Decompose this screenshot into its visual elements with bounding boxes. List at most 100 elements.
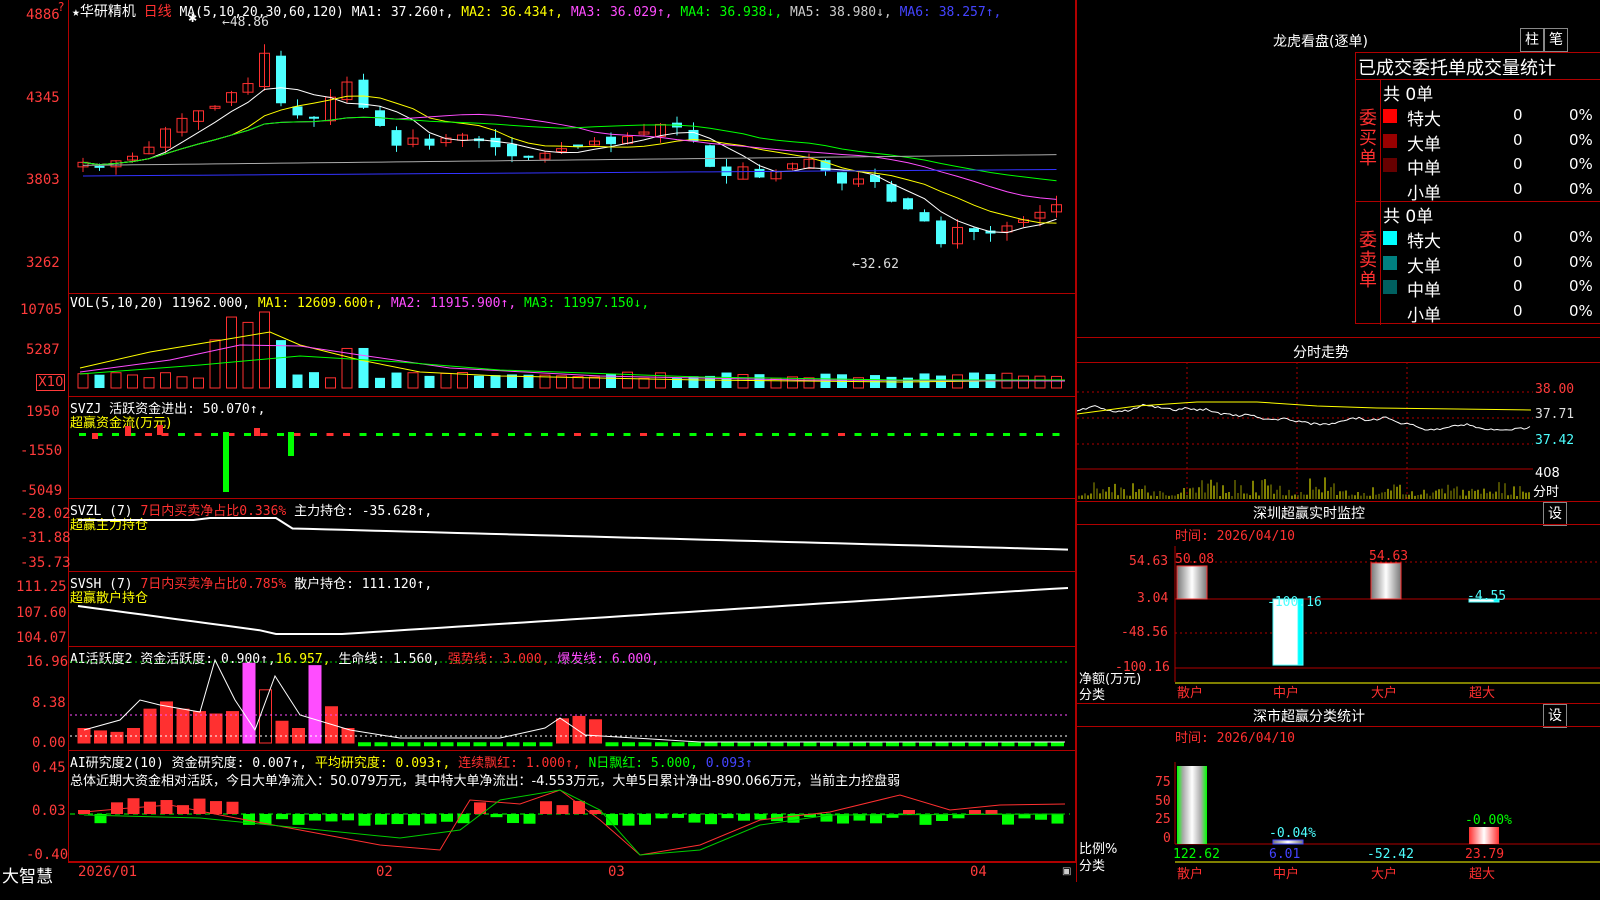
dragon-panel[interactable]: 龙虎看盘(逐单) 柱 笔 已成交委托单成交量统计 委买单 委卖单 共 0单 共 …: [1076, 0, 1600, 338]
ai2-bar: [507, 814, 519, 824]
monitor-cat-name: 超大: [1469, 686, 1495, 701]
chart-canvas[interactable]: ←48.86 ←32.62 ✱: [0, 0, 1076, 882]
ai2-red-line: [83, 789, 1066, 856]
ai2-green-line: [83, 789, 1066, 856]
ai1-bar: [902, 742, 916, 747]
ai2-bar: [408, 814, 420, 826]
ai1-bar: [737, 742, 751, 747]
ai2-bar: [919, 814, 932, 825]
svzj-dash: [871, 433, 878, 436]
svzj-dash: [145, 433, 152, 436]
ai1-bar: [391, 742, 404, 747]
svzj-bar: [223, 432, 229, 492]
ai2-bar: [309, 814, 321, 821]
volume-bar-up: [803, 377, 815, 389]
color-swatch: [1383, 305, 1397, 319]
row-value: 0: [1513, 179, 1523, 198]
svzj-dash: [854, 433, 862, 436]
volume-bar-up: [737, 374, 749, 389]
svzj-dash: [79, 433, 86, 436]
intraday-vol-unit: 分时: [1533, 485, 1560, 500]
ai1-bar: [1001, 742, 1015, 747]
candle-down: [886, 184, 897, 202]
sell-row: 特大 0 0%: [1383, 227, 1600, 252]
ai1-bar: [754, 742, 767, 747]
volume-bar-down: [276, 340, 286, 388]
classify-panel[interactable]: 深市超赢分类统计 设 时间: 2026/04/10 75 50 25 0 比例%…: [1076, 704, 1600, 882]
sell-side-label: 委卖单: [1359, 230, 1377, 291]
candle-down: [936, 220, 946, 245]
intraday-avg-line: [1077, 401, 1532, 415]
svzj-dash: [541, 433, 548, 436]
dragon-subtitle: 已成交委托单成交量统计: [1358, 58, 1556, 79]
classify-cat-name: 超大: [1469, 867, 1495, 882]
ai1-bar: [638, 742, 652, 747]
svzj-dash: [1003, 433, 1010, 436]
intraday-price-line: [1077, 403, 1531, 431]
classify-pct-label: -0.04%: [1269, 826, 1316, 841]
bar-mode-button[interactable]: 柱: [1520, 28, 1544, 52]
svzj-dash: [557, 433, 565, 436]
monitor-canvas: 50.08 散户 -100.16 中户 54.63 大户 -4.55 超大: [1174, 546, 1600, 701]
ai1-bar: [490, 742, 503, 747]
ai2-bar: [226, 801, 239, 814]
svzj-dash: [673, 433, 680, 436]
ai1-bar: [836, 742, 850, 747]
tick-mode-button[interactable]: 笔: [1544, 28, 1568, 52]
svzj-dash: [442, 433, 449, 436]
sell-row: 中单 0 0%: [1383, 276, 1600, 301]
monitor-bar-value: -4.55: [1467, 589, 1506, 604]
volume-bar-up: [325, 377, 336, 389]
classify-bar: [1177, 766, 1207, 844]
svzj-dash: [178, 433, 185, 436]
ai1-bar: [358, 742, 371, 747]
volume-bar-up: [638, 377, 650, 389]
svzj-dash: [260, 433, 268, 436]
ai2-bar: [210, 801, 222, 814]
svzj-bar: [288, 432, 294, 456]
intraday-axis-1: 37.71: [1535, 407, 1575, 422]
svsh-line: [77, 587, 1069, 635]
classify-bar: [1469, 827, 1499, 844]
ai1-bar: [803, 742, 817, 747]
ai2-bar: [358, 814, 371, 826]
sell-row: 大单 0 0%: [1383, 252, 1600, 277]
volume-bar-down: [490, 375, 501, 388]
ai1-bar: [952, 742, 965, 747]
svzj-dash: [590, 433, 598, 436]
ai1-bar: [622, 742, 635, 747]
row-name: 小单: [1407, 183, 1441, 204]
monitor-panel[interactable]: 深圳超赢实时监控 设 时间: 2026/04/10 54.63 3.04 -48…: [1076, 502, 1600, 704]
intraday-title: 分时走势: [1293, 345, 1349, 361]
main-chart-area[interactable]: 4886 4345 3803 3262 ? ★华研精机 日线 MA(5,10,2…: [0, 0, 1076, 887]
svzj-dash: [937, 433, 944, 436]
ai2-bar: [144, 801, 156, 814]
ai2-bar: [127, 798, 140, 814]
intraday-panel[interactable]: 分时走势 38.00 37.71 37.42 408 分时: [1076, 338, 1600, 502]
dragon-table: 已成交委托单成交量统计 委买单 委卖单 共 0单 共 0单 特大 0 0% 大单 0 0%…: [1355, 52, 1600, 326]
ai1-bar: [770, 742, 784, 747]
intraday-canvas[interactable]: [1077, 362, 1533, 502]
svzj-dash: [656, 433, 664, 436]
volume-bar-up: [407, 372, 419, 389]
ai1-bar: [1018, 742, 1031, 747]
ai1-bar: [853, 742, 866, 747]
row-value: 0: [1513, 301, 1523, 320]
svzj-dash: [904, 433, 911, 436]
row-pct: 0%: [1569, 106, 1593, 124]
svzj-bar: [254, 428, 260, 436]
ai2-bar: [705, 814, 717, 825]
classify-pct-label: -0.00%: [1465, 813, 1512, 828]
volume-bar-down: [309, 372, 319, 388]
volume-bar-up: [242, 321, 254, 389]
candle-down: [705, 145, 715, 167]
ai2-bar: [325, 814, 338, 822]
ai2-bar: [292, 814, 305, 825]
ai2-bar: [738, 814, 750, 821]
buy-row: 特大 0 0%: [1383, 105, 1600, 130]
candle-down: [903, 198, 913, 210]
candle-down: [919, 212, 930, 222]
buy-side-label: 委买单: [1359, 108, 1377, 169]
ai1-bar: [275, 720, 289, 744]
ai1-bar: [886, 742, 899, 747]
